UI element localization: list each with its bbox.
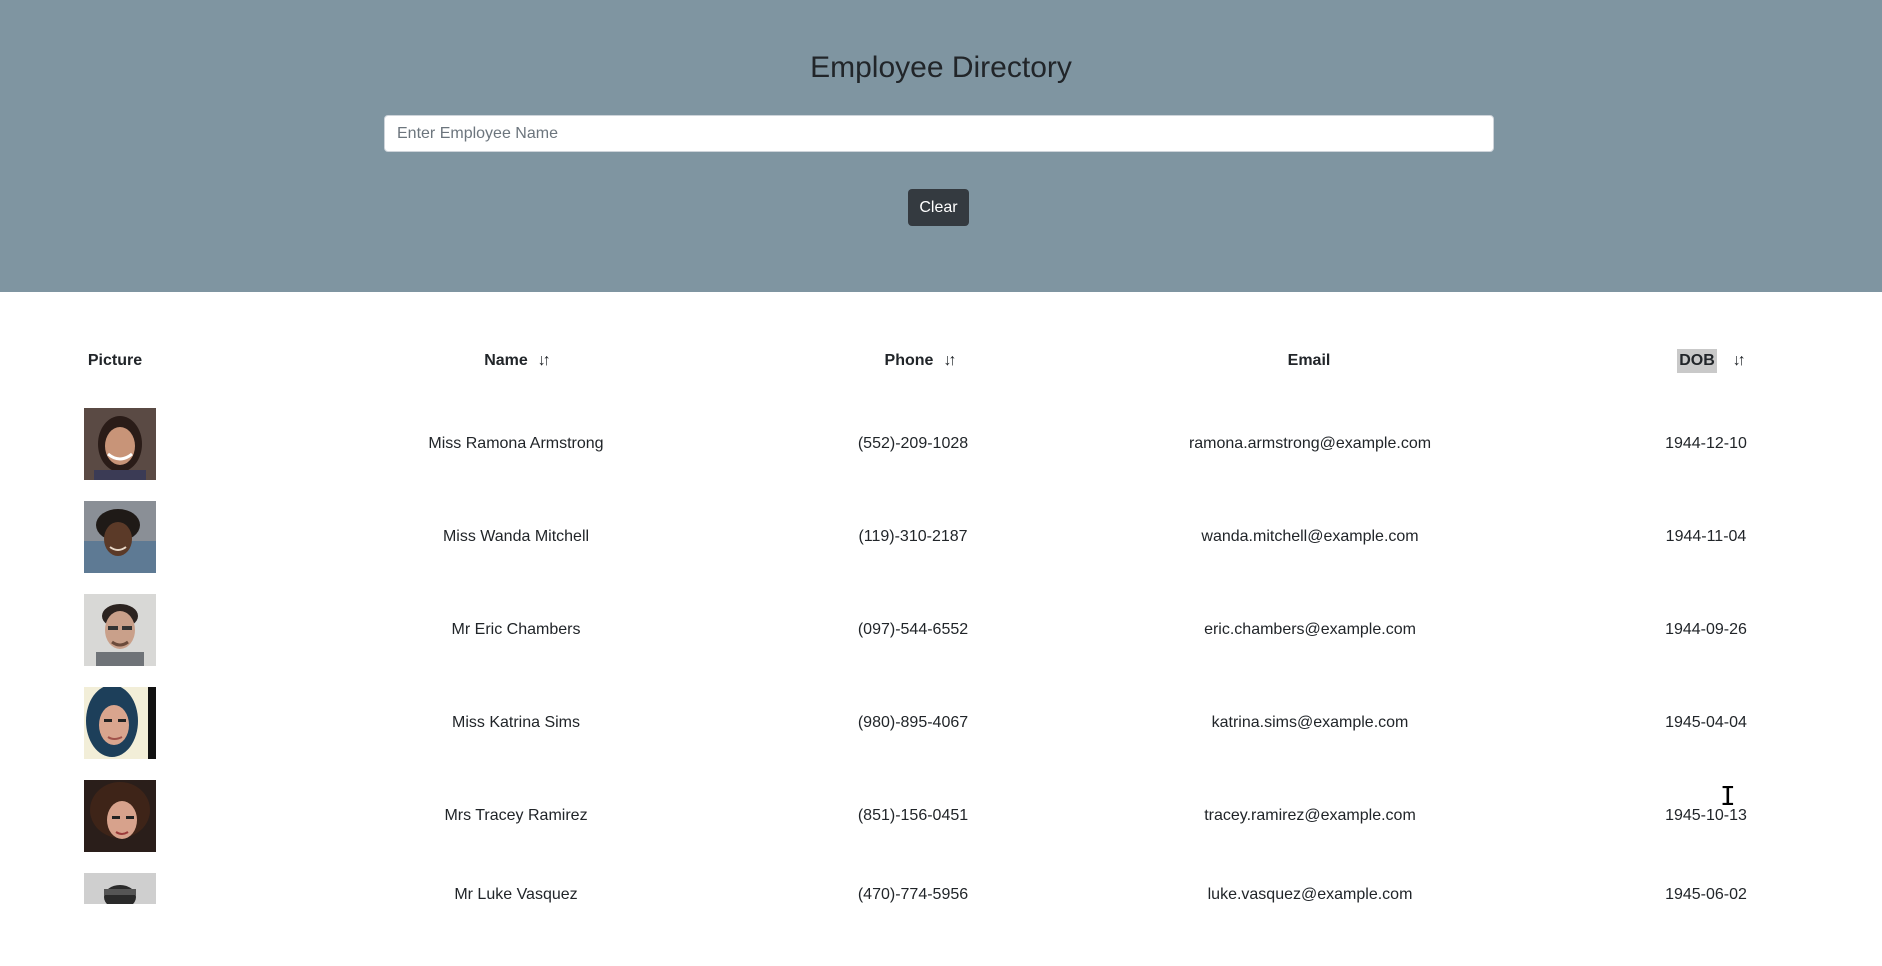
table-row: Mr Luke Vasquez (470)-774-5956 luke.vasq…: [0, 873, 1882, 966]
column-label-email: Email: [1287, 352, 1331, 369]
employee-name: Mr Eric Chambers: [451, 621, 581, 638]
employee-phone: (552)-209-1028: [857, 435, 969, 452]
employee-email: ramona.armstrong@example.com: [1188, 435, 1432, 452]
sort-arrows-icon[interactable]: ↓↑: [1733, 349, 1746, 373]
employee-email: luke.vasquez@example.com: [1207, 886, 1413, 903]
employee-search-input[interactable]: [384, 115, 1494, 152]
table-row: Miss Wanda Mitchell (119)-310-2187 wanda…: [0, 501, 1882, 594]
employee-dob: 1945-04-04: [1665, 714, 1747, 731]
employee-dob: 1944-11-04: [1665, 528, 1747, 545]
column-header-picture: Picture: [70, 349, 160, 373]
employee-dob: 1944-12-10: [1665, 435, 1747, 452]
table-row: Mr Eric Chambers (097)-544-6552 eric.cha…: [0, 594, 1882, 687]
employee-name: Miss Ramona Armstrong: [428, 435, 604, 452]
employee-avatar: [84, 780, 156, 852]
column-header-phone: Phone ↓↑: [839, 349, 999, 373]
employee-avatar: [84, 873, 156, 904]
employee-avatar: [84, 408, 156, 480]
column-header-name: Name ↓↑: [436, 349, 596, 373]
employee-avatar: [84, 501, 156, 573]
table-row: Mrs Tracey Ramirez (851)-156-0451 tracey…: [0, 780, 1882, 873]
column-header-dob: DOB ↓↑: [1660, 349, 1760, 373]
column-label-dob: DOB: [1677, 349, 1717, 373]
employee-phone: (470)-774-5956: [857, 886, 969, 903]
employee-email: katrina.sims@example.com: [1211, 714, 1409, 731]
employee-email: eric.chambers@example.com: [1204, 621, 1416, 638]
employee-dob: 1944-09-26: [1665, 621, 1747, 638]
employee-phone: (097)-544-6552: [857, 621, 969, 638]
employee-email: wanda.mitchell@example.com: [1201, 528, 1419, 545]
employee-name: Miss Wanda Mitchell: [442, 528, 590, 545]
employee-phone: (119)-310-2187: [858, 528, 968, 545]
page-title: Employee Directory: [810, 51, 1072, 84]
employee-avatar: [84, 594, 156, 666]
employee-dob: 1945-06-02: [1665, 886, 1747, 903]
sort-arrows-icon[interactable]: ↓↑: [943, 349, 956, 373]
employee-dob: 1945-10-13: [1665, 807, 1747, 824]
column-label-picture: Picture: [87, 352, 143, 369]
employee-phone: (851)-156-0451: [857, 807, 969, 824]
sort-arrows-icon[interactable]: ↓↑: [538, 349, 551, 373]
header-banner: Employee Directory Clear: [0, 0, 1882, 292]
clear-button[interactable]: Clear: [908, 189, 969, 226]
text-cursor-icon: I: [1720, 782, 1736, 812]
table-row: Miss Katrina Sims (980)-895-4067 katrina…: [0, 687, 1882, 780]
employee-name: Mrs Tracey Ramirez: [444, 807, 588, 824]
column-header-email: Email: [1249, 349, 1369, 373]
table-row: Miss Ramona Armstrong (552)-209-1028 ram…: [0, 408, 1882, 501]
employee-name: Mr Luke Vasquez: [454, 886, 578, 903]
column-label-phone: Phone: [884, 352, 934, 369]
employee-phone: (980)-895-4067: [857, 714, 969, 731]
employee-name: Miss Katrina Sims: [451, 714, 581, 731]
employee-avatar: [84, 687, 156, 759]
employee-email: tracey.ramirez@example.com: [1204, 807, 1416, 824]
column-label-name: Name: [484, 352, 528, 369]
